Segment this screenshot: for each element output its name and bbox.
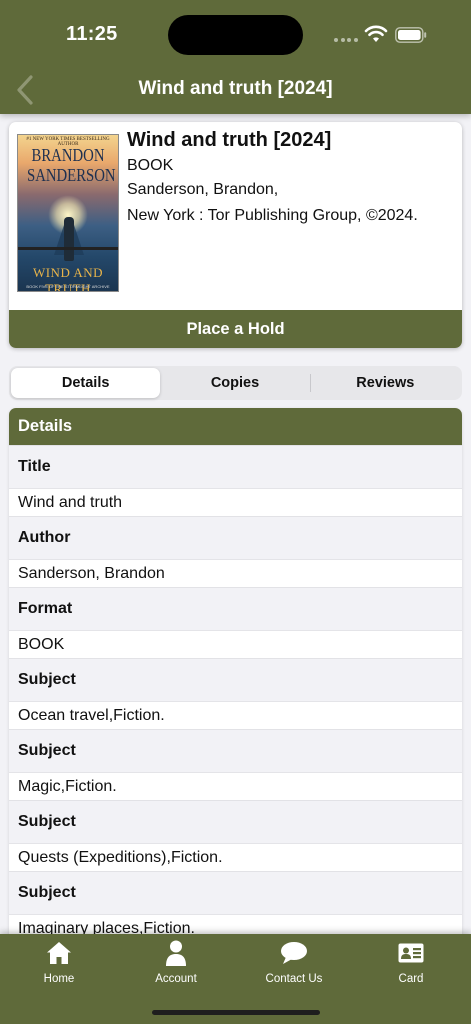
book-cover-image[interactable]: #1 NEW YORK TIMES BESTSELLING AUTHOR BRA…	[17, 134, 119, 292]
tab-contact-label: Contact Us	[265, 973, 323, 985]
status-time: 11:25	[66, 23, 118, 45]
cover-subtitle: BOOK FIVE OF THE STORMLIGHT ARCHIVE	[26, 284, 110, 289]
detail-value: Imaginary places,Fiction.	[9, 914, 462, 934]
wifi-icon	[364, 25, 388, 42]
book-info: Wind and truth [2024] BOOK Sanderson, Br…	[127, 127, 454, 227]
top-bar: 11:25 Wind and truth [2024]	[0, 0, 471, 114]
detail-label: Title	[9, 445, 462, 488]
tab-home[interactable]: Home	[9, 940, 109, 992]
detail-value: BOOK	[9, 630, 462, 658]
chevron-left-icon	[17, 75, 33, 105]
detail-label: Subject	[9, 729, 462, 772]
detail-value: Magic,Fiction.	[9, 772, 462, 800]
cover-railing	[18, 247, 118, 250]
detail-label: Author	[9, 516, 462, 559]
tab-card-label: Card	[398, 973, 424, 985]
home-icon	[45, 940, 73, 966]
tab-account-label: Account	[155, 973, 197, 985]
person-icon	[162, 940, 190, 966]
detail-value: Quests (Expeditions),Fiction.	[9, 843, 462, 871]
tab-account[interactable]: Account	[126, 940, 226, 992]
chat-bubble-icon	[280, 940, 308, 966]
home-indicator	[152, 1010, 320, 1015]
tab-card[interactable]: Card	[361, 940, 461, 992]
cellular-signal-icon	[334, 38, 358, 42]
book-format: BOOK	[127, 157, 174, 174]
detail-label: Format	[9, 587, 462, 630]
back-button[interactable]	[10, 72, 40, 108]
page-title: Wind and truth [2024]	[138, 78, 333, 99]
bottom-tab-bar: Home Account Contact Us Card	[0, 934, 471, 1024]
place-hold-button[interactable]: Place a Hold	[9, 310, 462, 348]
cover-author-last: SANDERSON	[27, 165, 116, 185]
tab-reviews[interactable]: Reviews	[311, 368, 460, 398]
tab-details[interactable]: Details	[11, 368, 161, 398]
cover-figure	[64, 217, 74, 261]
detail-label: Subject	[9, 658, 462, 701]
content-scroll[interactable]: #1 NEW YORK TIMES BESTSELLING AUTHOR BRA…	[0, 114, 471, 934]
detail-value: Sanderson, Brandon	[9, 559, 462, 587]
detail-value: Wind and truth	[9, 488, 462, 516]
detail-value: Ocean travel,Fiction.	[9, 701, 462, 729]
dynamic-island	[168, 15, 303, 55]
detail-label: Subject	[9, 871, 462, 914]
id-card-icon	[397, 940, 425, 966]
tab-copies[interactable]: Copies	[160, 368, 309, 398]
tab-contact-us[interactable]: Contact Us	[244, 940, 344, 992]
book-publisher: New York : Tor Publishing Group, ©2024.	[127, 207, 418, 224]
details-panel: Details Title Wind and truth Author Sand…	[9, 408, 462, 934]
detail-tabs: Details Copies Reviews	[9, 366, 462, 400]
book-summary-card: #1 NEW YORK TIMES BESTSELLING AUTHOR BRA…	[9, 122, 462, 348]
cover-author-first: BRANDON	[31, 145, 105, 165]
details-heading: Details	[9, 408, 462, 445]
detail-label: Subject	[9, 800, 462, 843]
tab-home-label: Home	[43, 973, 75, 985]
book-author: Sanderson, Brandon,	[127, 181, 279, 198]
battery-icon	[395, 27, 427, 43]
book-title: Wind and truth [2024]	[127, 129, 332, 151]
